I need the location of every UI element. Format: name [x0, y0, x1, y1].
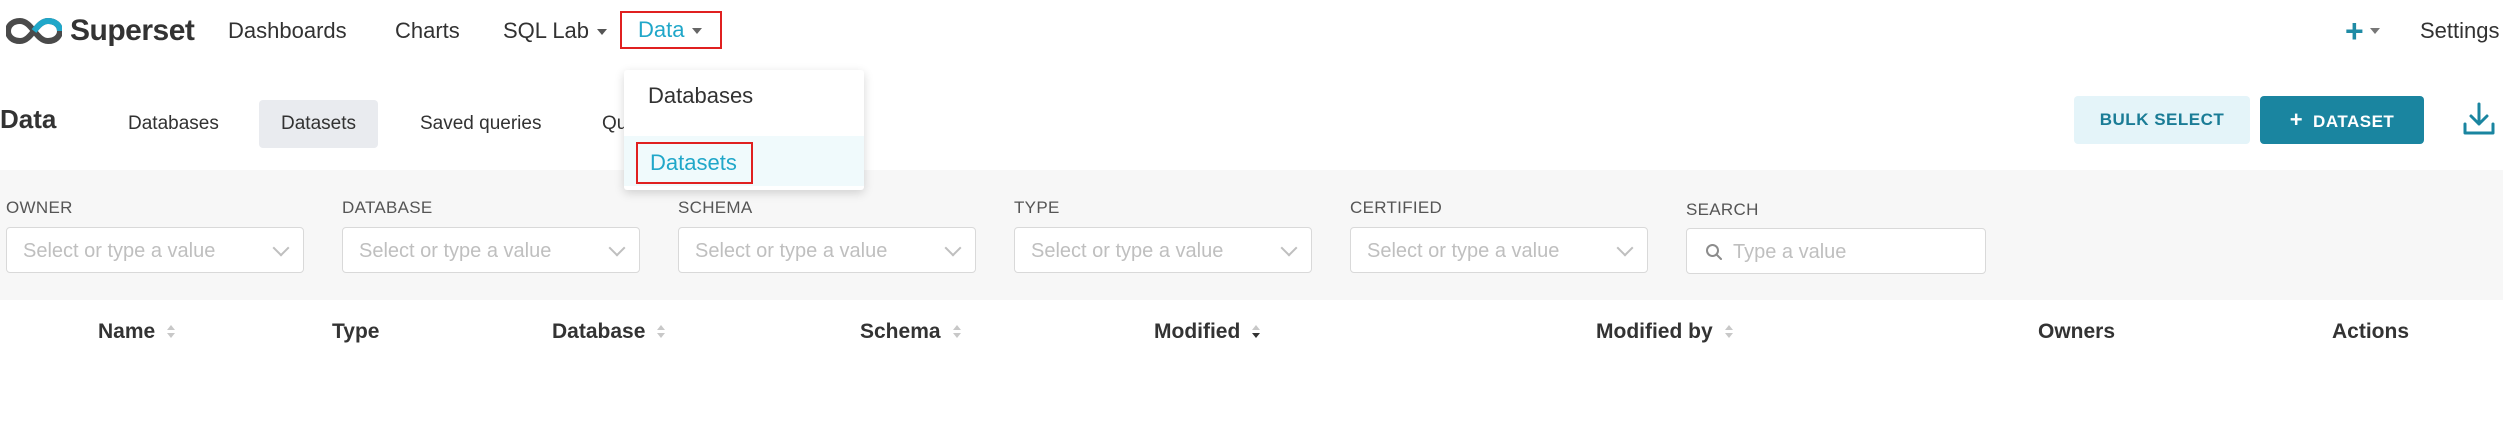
nav-dashboards[interactable]: Dashboards [228, 14, 347, 48]
sort-desc-icon [1252, 325, 1261, 339]
owner-select[interactable]: Select or type a value [6, 227, 304, 273]
new-item-button[interactable]: + [2345, 13, 2380, 49]
filter-certified-label: CERTIFIED [1350, 198, 1443, 217]
sort-icon [657, 325, 666, 339]
nav-charts[interactable]: Charts [395, 14, 460, 48]
search-placeholder: Type a value [1733, 241, 1847, 263]
add-dataset-label: DATASET [2313, 112, 2395, 131]
settings-menu[interactable]: Settings [2420, 14, 2500, 48]
column-label: Database [552, 320, 646, 343]
nav-data-label: Data [638, 17, 685, 42]
page-title: Data [0, 104, 57, 134]
plus-icon: + [2289, 107, 2304, 132]
top-navbar: Superset Dashboards Charts SQL Lab Data … [0, 0, 2503, 62]
database-select-placeholder: Select or type a value [359, 240, 552, 262]
schema-select-placeholder: Select or type a value [695, 240, 888, 262]
caret-down-icon [2369, 28, 2380, 34]
download-icon-svg [2463, 102, 2495, 135]
tab-saved-queries[interactable]: Saved queries [398, 100, 563, 148]
menu-item-databases[interactable]: Databases [624, 70, 864, 120]
column-header-database[interactable]: Database [552, 320, 666, 344]
type-select-placeholder: Select or type a value [1031, 240, 1224, 262]
column-label: Modified [1154, 320, 1241, 343]
menu-item-label: Datasets [636, 142, 753, 184]
column-header-modified-by[interactable]: Modified by [1596, 320, 1733, 344]
menu-item-label: Databases [648, 83, 754, 108]
database-select[interactable]: Select or type a value [342, 227, 640, 273]
search-input[interactable]: Type a value [1686, 228, 1986, 274]
column-header-owners: Owners [2038, 320, 2116, 343]
nav-sql-lab-label: SQL Lab [503, 18, 590, 43]
filter-type-label: TYPE [1014, 198, 1060, 217]
caret-down-icon [692, 28, 703, 35]
chevron-down-icon [272, 239, 290, 257]
tab-datasets[interactable]: Datasets [259, 100, 378, 148]
nav-sql-lab[interactable]: SQL Lab [503, 14, 608, 48]
column-header-modified[interactable]: Modified [1154, 320, 1261, 344]
add-dataset-button[interactable]: + DATASET [2260, 96, 2424, 144]
column-header-type: Type [332, 320, 380, 343]
column-label: Schema [860, 320, 941, 343]
nav-data[interactable]: Data [620, 11, 723, 49]
column-header-schema[interactable]: Schema [860, 320, 961, 344]
tab-databases[interactable]: Databases [106, 100, 241, 148]
caret-down-icon [597, 29, 608, 36]
filter-search-label: SEARCH [1686, 200, 1759, 219]
chevron-down-icon [944, 239, 962, 257]
certified-select[interactable]: Select or type a value [1350, 227, 1648, 273]
column-header-actions: Actions [2332, 320, 2410, 343]
download-icon[interactable] [2460, 100, 2498, 138]
column-header-name[interactable]: Name [98, 320, 176, 344]
chevron-down-icon [608, 239, 626, 257]
filter-database-label: DATABASE [342, 198, 433, 217]
search-icon [1706, 244, 1722, 260]
bulk-select-button[interactable]: BULK SELECT [2074, 96, 2250, 144]
certified-select-placeholder: Select or type a value [1367, 240, 1560, 262]
superset-logo[interactable]: Superset [6, 12, 195, 50]
chevron-down-icon [1616, 239, 1634, 257]
column-label: Name [98, 320, 156, 343]
filter-schema-label: SCHEMA [678, 198, 753, 217]
data-dropdown-menu: Databases Datasets [624, 70, 864, 190]
menu-item-datasets[interactable]: Datasets [624, 136, 864, 186]
infinity-logo-icon [6, 17, 62, 45]
sort-icon [167, 325, 176, 339]
plus-icon: + [2345, 13, 2364, 49]
sort-icon [1724, 325, 1733, 339]
filter-owner-label: OWNER [6, 198, 73, 217]
sort-icon [952, 325, 961, 339]
schema-select[interactable]: Select or type a value [678, 227, 976, 273]
chevron-down-icon [1280, 239, 1298, 257]
owner-select-placeholder: Select or type a value [23, 240, 216, 262]
type-select[interactable]: Select or type a value [1014, 227, 1312, 273]
brand-name: Superset [70, 14, 195, 47]
column-label: Modified by [1596, 320, 1713, 343]
